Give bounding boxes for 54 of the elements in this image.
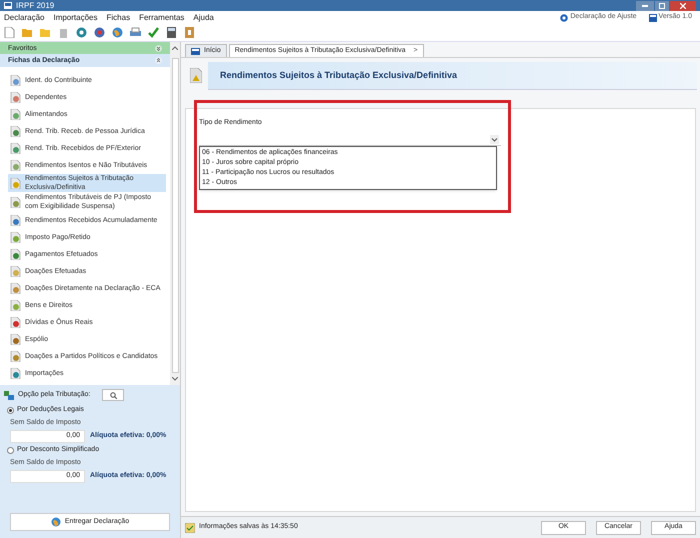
document-icon	[10, 178, 21, 188]
printer-icon[interactable]	[130, 27, 141, 38]
document-icon	[10, 350, 21, 362]
document-icon	[10, 196, 21, 208]
document-icon	[10, 214, 21, 226]
menu-item[interactable]: Ferramentas	[139, 14, 184, 22]
document-icon	[10, 232, 21, 242]
minimize-icon	[642, 4, 648, 6]
scroll-down-icon	[172, 377, 178, 381]
form-title: Rendimentos Sujeitos à Tributação Exclusiva/Definitiva	[220, 68, 458, 82]
save-icon	[185, 522, 195, 532]
document-icon	[10, 266, 21, 276]
circle-icon	[560, 14, 568, 22]
menu-item[interactable]: Ajuda	[193, 14, 214, 22]
window-title: IRPF 2019	[16, 2, 54, 10]
menu-item[interactable]: Fichas	[106, 14, 130, 22]
scroll-up-icon	[172, 46, 178, 50]
search-button[interactable]	[102, 389, 124, 401]
window-icon	[648, 14, 657, 22]
document-icon	[10, 74, 21, 86]
new-file-icon[interactable]	[4, 27, 15, 38]
document-icon	[10, 316, 21, 328]
open-folder-icon[interactable]	[22, 27, 33, 38]
document-icon	[10, 108, 21, 120]
globe-icon	[50, 517, 61, 527]
document-icon	[10, 126, 21, 136]
document-icon	[10, 142, 21, 154]
globe-icon[interactable]	[112, 27, 123, 38]
expand-icon	[155, 57, 162, 64]
maximize-button[interactable]	[655, 0, 669, 10]
document-icon	[10, 248, 21, 260]
document-warning-icon	[190, 68, 202, 83]
window-icon	[191, 48, 200, 54]
checkmark-icon[interactable]	[148, 27, 159, 38]
document-icon	[10, 368, 21, 378]
dropdown-caret-icon	[490, 134, 499, 144]
scroll-thumb[interactable]	[172, 58, 178, 373]
document-icon	[10, 92, 21, 102]
minimize-button[interactable]	[636, 0, 654, 10]
document-icon	[10, 334, 21, 344]
collapse-icon	[155, 44, 162, 52]
app-icon	[4, 2, 12, 9]
search-icon	[110, 392, 117, 398]
arrows-icon	[4, 390, 14, 400]
calculator-icon[interactable]	[166, 27, 177, 38]
maximize-icon	[659, 2, 665, 8]
menu-item[interactable]: Importações	[53, 14, 98, 22]
close-button[interactable]	[670, 0, 696, 10]
close-icon	[680, 2, 686, 8]
document-icon	[10, 300, 21, 310]
document-icon	[10, 282, 21, 294]
document-icon	[10, 160, 21, 170]
scrollbar[interactable]	[170, 42, 180, 385]
menu-item[interactable]: Declaração	[4, 14, 44, 22]
